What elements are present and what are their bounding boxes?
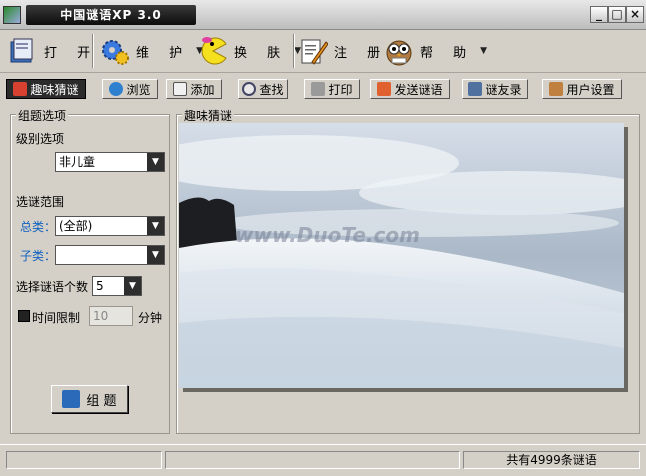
register-menu-button[interactable]: 注 册 (298, 33, 388, 69)
puzzle-icon (13, 82, 28, 96)
category-select[interactable]: (全部) ▼ (55, 216, 165, 236)
subcategory-label: 子类： (20, 249, 57, 263)
folder-book-icon (8, 36, 38, 66)
gears-icon (100, 36, 130, 66)
chevron-down-icon: ▼ (480, 46, 488, 56)
time-limit-input[interactable]: 10 (89, 306, 133, 326)
browse-label: 浏览 (126, 82, 151, 97)
pacman-icon (198, 36, 228, 66)
chevron-down-icon[interactable]: ▼ (124, 277, 141, 295)
chevron-down-icon[interactable]: ▼ (147, 217, 164, 235)
minimize-button[interactable]: _ (590, 6, 608, 23)
send-riddle-label: 发送谜语 (394, 82, 443, 97)
edit-icon (173, 82, 188, 96)
tab-fun-guess-label: 趣味猜谜 (30, 82, 79, 97)
maintain-menu-button[interactable]: 维 护 ▼ (100, 33, 203, 69)
skin-menu-label: 换 肤 (234, 45, 289, 61)
maximize-button[interactable]: □ (608, 6, 626, 23)
category-value: (全部) (59, 219, 93, 233)
book-icon (62, 390, 81, 408)
skin-menu-button[interactable]: 换 肤 ▼ (198, 33, 301, 69)
find-label: 查找 (259, 82, 284, 97)
category-label: 总类： (20, 220, 57, 234)
level-select[interactable]: 非儿童 ▼ (55, 152, 165, 172)
riddle-group-title: 趣味猜谜 (182, 107, 235, 124)
friends-button[interactable]: 谜友录 (462, 79, 528, 99)
print-label: 打印 (328, 82, 353, 97)
browse-button[interactable]: 浏览 (102, 79, 158, 99)
watermark-text: www.DuoTe.com (235, 223, 420, 247)
toolbar-separator (92, 34, 94, 68)
level-value: 非儿童 (59, 155, 96, 169)
globe-icon (109, 82, 124, 96)
chevron-down-icon[interactable]: ▼ (147, 246, 164, 264)
level-label: 级别选项 (16, 132, 65, 146)
user-settings-button[interactable]: 用户设置 (542, 79, 622, 99)
open-menu-button[interactable]: 打 开 (8, 33, 98, 69)
settings-icon (549, 82, 564, 96)
address-book-icon (468, 82, 483, 96)
pen-paper-icon (298, 36, 329, 66)
print-button[interactable]: 打印 (304, 79, 360, 99)
user-settings-label: 用户设置 (566, 82, 615, 97)
subcategory-select[interactable]: ▼ (55, 245, 165, 265)
open-menu-label: 打 开 (44, 45, 99, 61)
tab-fun-guess[interactable]: 趣味猜谜 (6, 79, 86, 99)
send-icon (377, 82, 392, 96)
time-limit-label: 时间限制 (32, 311, 81, 325)
time-limit-checkbox[interactable] (18, 310, 30, 322)
magnifier-icon (242, 82, 257, 96)
register-menu-label: 注 册 (334, 45, 389, 61)
find-button[interactable]: 查找 (238, 79, 288, 99)
compose-label: 组 题 (86, 393, 117, 409)
owl-icon (384, 36, 414, 66)
range-label: 选谜范围 (16, 195, 65, 209)
count-value: 5 (96, 279, 104, 293)
add-label: 添加 (190, 82, 215, 97)
printer-icon (311, 82, 326, 96)
status-pane-1 (6, 451, 162, 469)
options-group-title: 组题选项 (16, 107, 69, 124)
add-button[interactable]: 添加 (166, 79, 222, 99)
chevron-down-icon[interactable]: ▼ (147, 153, 164, 171)
riddle-count-status: 共有4999条谜语 (463, 451, 640, 469)
toolbar-separator (293, 34, 295, 68)
friends-label: 谜友录 (485, 82, 522, 97)
count-select[interactable]: 5 ▼ (92, 276, 142, 296)
status-pane-2 (165, 451, 460, 469)
close-button[interactable]: × (626, 6, 644, 23)
compose-button[interactable]: 组 题 (51, 385, 128, 413)
window-title: 中国谜语XP 3.0 (26, 5, 196, 25)
app-icon[interactable] (3, 6, 21, 24)
maintain-menu-label: 维 护 (136, 45, 191, 61)
send-riddle-button[interactable]: 发送谜语 (370, 79, 450, 99)
time-unit-label: 分钟 (138, 311, 163, 325)
snow-landscape-image: www.DuoTe.com (179, 123, 624, 388)
help-menu-label: 帮 助 (420, 45, 475, 61)
help-menu-button[interactable]: 帮 助 ▼ (384, 33, 487, 69)
count-label: 选择谜语个数 (16, 280, 89, 294)
